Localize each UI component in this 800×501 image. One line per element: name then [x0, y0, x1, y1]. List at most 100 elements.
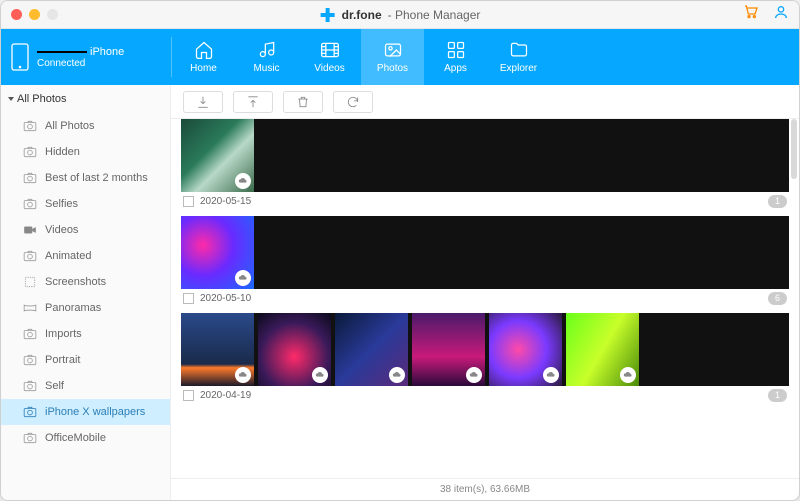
delete-button[interactable]	[283, 91, 323, 113]
nav-music[interactable]: Music	[235, 29, 298, 85]
sidebar-item-selfies[interactable]: Selfies	[1, 191, 170, 217]
navbar: iPhone Connected Home Music Videos Photos Ap…	[1, 29, 799, 85]
camera-icon	[23, 197, 37, 211]
phone-icon	[11, 43, 29, 71]
titlebar: dr.fone - Phone Manager	[1, 1, 799, 29]
group-checkbox[interactable]	[183, 293, 194, 304]
camera-icon	[23, 431, 37, 445]
sidebar-item-label: Selfies	[45, 198, 78, 210]
camera-icon	[23, 379, 37, 393]
import-button[interactable]	[183, 91, 223, 113]
sidebar-item-self[interactable]: Self	[1, 373, 170, 399]
camera-icon	[23, 405, 37, 419]
camera-icon	[23, 249, 37, 263]
photo-thumb[interactable]	[335, 313, 408, 386]
sidebar-item-imports[interactable]: Imports	[1, 321, 170, 347]
nav-label: Videos	[314, 63, 344, 74]
device-status: Connected	[37, 58, 124, 69]
group-checkbox[interactable]	[183, 196, 194, 207]
group-checkbox[interactable]	[183, 390, 194, 401]
photo-grid: 2020-05-15 1 2020-05-10 6 2020-04-19 1	[171, 119, 799, 478]
sidebar-item-label: Hidden	[45, 146, 80, 158]
group-date: 2020-05-10	[200, 293, 251, 304]
sidebar-item-officemobile[interactable]: OfficeMobile	[1, 425, 170, 451]
cloud-icon	[620, 367, 636, 383]
sidebar-item-all-photos[interactable]: All Photos	[1, 113, 170, 139]
brand-name: dr.fone	[342, 8, 382, 22]
camera-icon	[23, 327, 37, 341]
sidebar-item-label: All Photos	[45, 120, 95, 132]
camera-icon	[23, 353, 37, 367]
sidebar-item-label: Imports	[45, 328, 82, 340]
photo-thumb[interactable]	[412, 313, 485, 386]
minimize-window-button[interactable]	[29, 9, 40, 20]
camera-icon	[23, 145, 37, 159]
nav-explorer[interactable]: Explorer	[487, 29, 550, 85]
sidebar-item-hidden[interactable]: Hidden	[1, 139, 170, 165]
status-bar: 38 item(s), 63.66MB	[171, 478, 799, 500]
group-date: 2020-05-15	[200, 196, 251, 207]
nav-home[interactable]: Home	[172, 29, 235, 85]
sidebar-item-label: Panoramas	[45, 302, 101, 314]
drfone-logo-icon	[320, 7, 336, 23]
screenshot-icon	[23, 275, 37, 289]
export-button[interactable]	[233, 91, 273, 113]
maximize-window-button[interactable]	[47, 9, 58, 20]
sidebar-item-iphone-x-wallpapers[interactable]: iPhone X wallpapers	[1, 399, 170, 425]
group-count-badge: 6	[768, 292, 787, 305]
group-count-badge: 1	[768, 389, 787, 402]
status-text: 38 item(s), 63.66MB	[440, 484, 530, 495]
photo-group-meta: 2020-05-10 6	[181, 289, 789, 313]
brand-suffix: - Phone Manager	[388, 8, 481, 22]
user-icon[interactable]	[773, 4, 789, 25]
nav-label: Music	[253, 63, 279, 74]
app-title: dr.fone - Phone Manager	[320, 7, 481, 23]
photo-group-strip	[181, 216, 789, 289]
nav-apps[interactable]: Apps	[424, 29, 487, 85]
camera-icon	[23, 119, 37, 133]
app-window: dr.fone - Phone Manager iPhone Connected…	[0, 0, 800, 501]
cloud-icon	[389, 367, 405, 383]
photo-thumb[interactable]	[489, 313, 562, 386]
sidebar-item-screenshots[interactable]: Screenshots	[1, 269, 170, 295]
nav-videos[interactable]: Videos	[298, 29, 361, 85]
group-date: 2020-04-19	[200, 390, 251, 401]
photo-group-meta: 2020-04-19 1	[181, 386, 789, 410]
traffic-lights	[11, 9, 58, 20]
refresh-button[interactable]	[333, 91, 373, 113]
photo-group-meta: 2020-05-15 1	[181, 192, 789, 216]
cloud-icon	[235, 367, 251, 383]
sidebar-item-label: OfficeMobile	[45, 432, 106, 444]
photo-thumb[interactable]	[181, 313, 254, 386]
sidebar-item-videos[interactable]: Videos	[1, 217, 170, 243]
photo-thumb[interactable]	[181, 119, 254, 192]
sidebar-item-panoramas[interactable]: Panoramas	[1, 295, 170, 321]
sidebar-header[interactable]: All Photos	[1, 85, 170, 113]
photo-thumb[interactable]	[258, 313, 331, 386]
scrollbar-thumb[interactable]	[791, 119, 797, 179]
photo-thumb[interactable]	[181, 216, 254, 289]
toolbar	[171, 85, 799, 119]
main-panel: 2020-05-15 1 2020-05-10 6 2020-04-19 1 38 ite…	[171, 85, 799, 500]
video-icon	[23, 223, 37, 237]
sidebar-item-animated[interactable]: Animated	[1, 243, 170, 269]
device-model: iPhone	[90, 46, 124, 58]
sidebar-header-label: All Photos	[17, 93, 67, 105]
camera-icon	[23, 171, 37, 185]
close-window-button[interactable]	[11, 9, 22, 20]
device-panel[interactable]: iPhone Connected	[1, 29, 171, 85]
sidebar-item-label: Self	[45, 380, 64, 392]
group-count-badge: 1	[768, 195, 787, 208]
cart-icon[interactable]	[743, 4, 759, 25]
photo-group-strip	[181, 119, 789, 192]
nav-photos[interactable]: Photos	[361, 29, 424, 85]
sidebar-item-label: Portrait	[45, 354, 80, 366]
sidebar-item-portrait[interactable]: Portrait	[1, 347, 170, 373]
photo-thumb[interactable]	[566, 313, 639, 386]
cloud-icon	[466, 367, 482, 383]
cloud-icon	[235, 270, 251, 286]
nav-label: Apps	[444, 63, 467, 74]
cloud-icon	[312, 367, 328, 383]
sidebar-item-best-of-last-2-months[interactable]: Best of last 2 months	[1, 165, 170, 191]
panorama-icon	[23, 301, 37, 315]
